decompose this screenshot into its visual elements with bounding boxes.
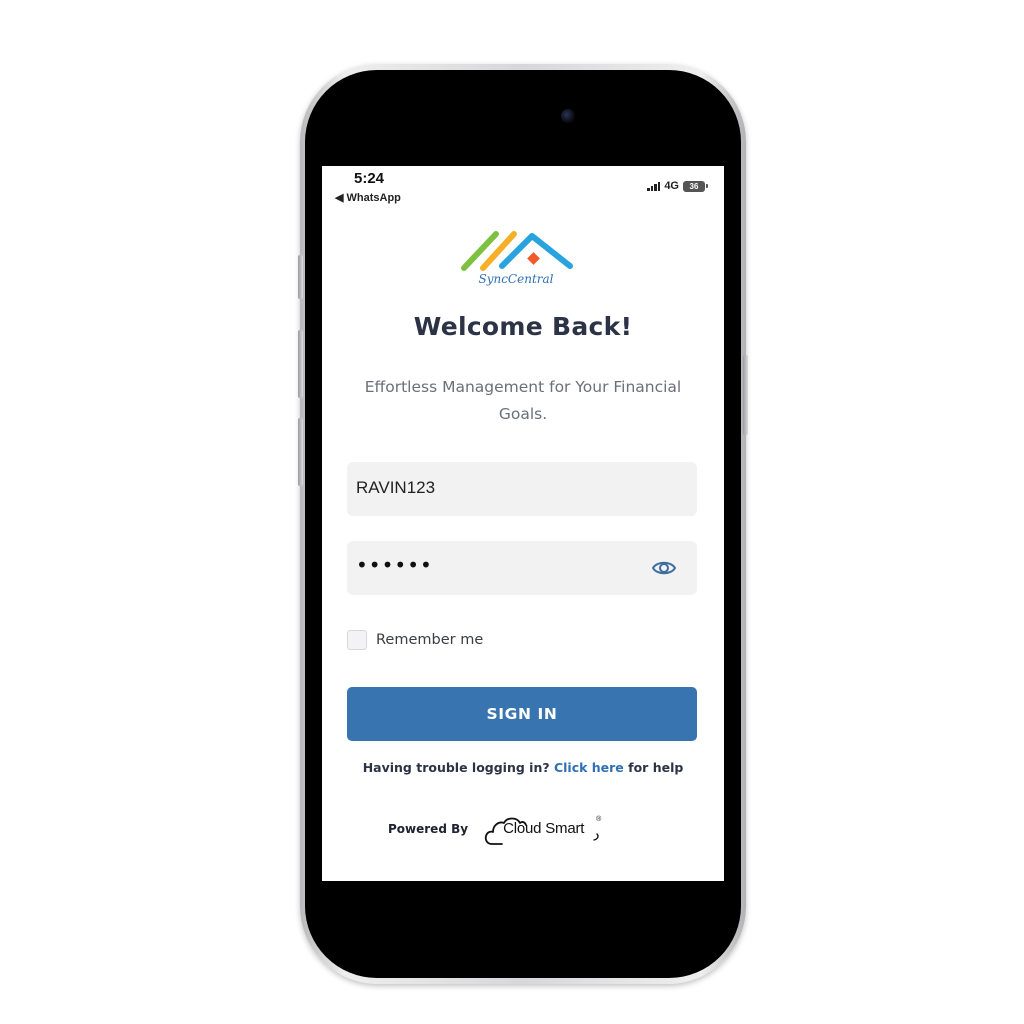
username-value: RAVIN123 [356,478,436,497]
password-field[interactable]: •••••• [347,541,697,595]
page-subtitle: Effortless Management for Your Financial… [342,374,704,428]
cloud-smart-logo: Cloud Smart ® [484,812,608,846]
remember-me-row[interactable]: Remember me [347,630,483,650]
battery-icon: 36 [683,180,708,192]
help-text: Having trouble logging in? Click here fo… [322,760,724,775]
help-link[interactable]: Click here [554,760,624,775]
phone-volume-up-button [298,330,303,398]
app-screen: 5:24 ◀ WhatsApp 4G 36 SyncCentral Welcom… [322,166,724,881]
powered-by-row: Powered By Cloud Smart ® [388,812,608,846]
phone-action-button [298,255,303,299]
syncentral-logo: SyncCentral [458,224,578,290]
status-time: 5:24 [354,170,385,187]
sign-in-button[interactable]: SIGN IN [347,687,697,741]
logo-mark-icon [461,231,573,271]
help-prefix: Having trouble logging in? [362,760,550,775]
remember-me-checkbox[interactable] [347,630,367,650]
powered-by-label: Powered By [388,822,469,836]
back-to-app-link[interactable]: ◀ WhatsApp [335,191,401,204]
status-indicators: 4G 36 [647,180,708,192]
signal-bars-icon [647,181,661,191]
phone-volume-down-button [298,418,303,486]
username-field[interactable]: RAVIN123 [347,462,697,516]
network-type: 4G [664,180,679,192]
subtitle-line-1: Effortless Management for Your Financial [364,378,682,396]
battery-level: 36 [683,180,705,192]
remember-me-label[interactable]: Remember me [376,632,483,648]
help-suffix: for help [628,760,684,775]
password-value: •••••• [356,553,433,577]
eye-icon[interactable] [651,555,677,581]
subtitle-line-2: Goals. [498,405,548,423]
front-camera [561,109,575,123]
cloud-smart-text: Cloud Smart [503,820,585,837]
logo-wordmark: SyncCentral [478,272,554,286]
page-title: Welcome Back! [413,312,633,341]
cloud-smart-registered-mark: ® [596,816,602,823]
phone-power-button [743,355,748,435]
